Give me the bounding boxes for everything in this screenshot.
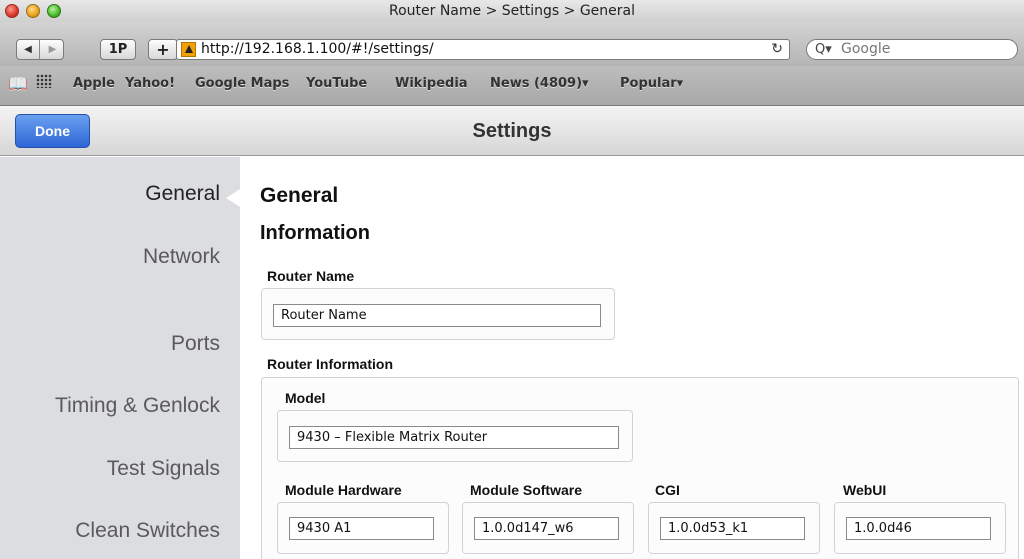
settings-sidebar: General Network Ports Timing & Genlock T… bbox=[0, 157, 240, 559]
app-header: Settings Done bbox=[0, 106, 1024, 156]
sidebar-item-test-signals[interactable]: Test Signals bbox=[107, 457, 220, 481]
top-sites-grid-icon[interactable] bbox=[36, 74, 52, 88]
model-box: 9430 – Flexible Matrix Router bbox=[277, 410, 633, 462]
bookmark-yahoo[interactable]: Yahoo! bbox=[125, 76, 175, 91]
search-placeholder: Google bbox=[841, 41, 891, 57]
webui-label: WebUI bbox=[843, 482, 887, 498]
module-hardware-box: 9430 A1 bbox=[277, 502, 449, 554]
cgi-box: 1.0.0d53_k1 bbox=[648, 502, 820, 554]
module-software-box: 1.0.0d147_w6 bbox=[462, 502, 634, 554]
sidebar-item-general[interactable]: General bbox=[145, 182, 220, 206]
settings-content: General Information Router Name Router N… bbox=[241, 157, 1024, 559]
router-name-box: Router Name bbox=[261, 288, 615, 340]
module-hardware-label: Module Hardware bbox=[285, 482, 402, 498]
subsection-heading: Information bbox=[260, 222, 370, 244]
cgi-field[interactable]: 1.0.0d53_k1 bbox=[660, 517, 805, 540]
close-window-icon[interactable] bbox=[5, 4, 19, 18]
router-information-box: Model 9430 – Flexible Matrix Router Modu… bbox=[261, 377, 1019, 559]
add-bookmark-button[interactable]: + bbox=[148, 39, 178, 60]
sidebar-item-clean-switches[interactable]: Clean Switches bbox=[75, 519, 220, 543]
sidebar-item-network[interactable]: Network bbox=[143, 245, 220, 269]
zoom-window-icon[interactable] bbox=[47, 4, 61, 18]
module-hardware-field[interactable]: 9430 A1 bbox=[289, 517, 434, 540]
bookmark-news[interactable]: News (4809)▾ bbox=[490, 76, 589, 91]
model-label: Model bbox=[285, 390, 326, 406]
forward-arrow-icon[interactable]: ▶ bbox=[41, 40, 64, 59]
router-information-label: Router Information bbox=[267, 356, 393, 372]
done-button[interactable]: Done bbox=[15, 114, 90, 148]
webui-box: 1.0.0d46 bbox=[834, 502, 1006, 554]
selected-pointer-icon bbox=[226, 189, 240, 207]
cgi-label: CGI bbox=[655, 482, 680, 498]
page-title: Settings bbox=[472, 120, 552, 142]
window-titlebar: Router Name > Settings > General bbox=[0, 0, 1024, 22]
minimize-window-icon[interactable] bbox=[26, 4, 40, 18]
bookmark-youtube[interactable]: YouTube bbox=[306, 76, 367, 91]
router-name-label: Router Name bbox=[267, 268, 355, 284]
bookmark-apple[interactable]: Apple bbox=[73, 76, 115, 91]
site-favicon-icon bbox=[181, 42, 196, 57]
url-text[interactable]: http://192.168.1.100/#!/settings/ bbox=[201, 40, 434, 59]
bookmark-popular[interactable]: Popular▾ bbox=[620, 76, 683, 91]
webui-field[interactable]: 1.0.0d46 bbox=[846, 517, 991, 540]
reading-list-icon[interactable]: 📖 bbox=[8, 74, 28, 93]
router-name-field[interactable]: Router Name bbox=[273, 304, 601, 327]
onepassword-button[interactable]: 1P bbox=[100, 39, 136, 60]
bookmarks-bar: 📖 Apple Yahoo! Google Maps YouTube Wikip… bbox=[0, 66, 1024, 106]
bookmark-wikipedia[interactable]: Wikipedia bbox=[395, 76, 468, 91]
back-forward-buttons[interactable]: ◀ ▶ bbox=[16, 39, 64, 60]
reload-icon[interactable]: ↻ bbox=[771, 40, 783, 59]
module-software-label: Module Software bbox=[470, 482, 583, 498]
browser-toolbar: ◀ ▶ 1P + http://192.168.1.100/#!/setting… bbox=[0, 22, 1024, 66]
window-title: Router Name > Settings > General bbox=[388, 3, 635, 19]
section-heading: General bbox=[260, 184, 339, 207]
sidebar-item-ports[interactable]: Ports bbox=[171, 332, 220, 356]
bookmark-google-maps[interactable]: Google Maps bbox=[195, 76, 289, 91]
model-field[interactable]: 9430 – Flexible Matrix Router bbox=[289, 426, 619, 449]
sidebar-item-timing-genlock[interactable]: Timing & Genlock bbox=[55, 394, 220, 418]
search-input[interactable]: Q▾ Google bbox=[806, 39, 1018, 60]
search-icon[interactable]: Q▾ bbox=[815, 40, 832, 59]
address-bar[interactable]: http://192.168.1.100/#!/settings/ ↻ bbox=[176, 39, 790, 60]
back-arrow-icon[interactable]: ◀ bbox=[17, 40, 40, 59]
module-software-field[interactable]: 1.0.0d147_w6 bbox=[474, 517, 619, 540]
